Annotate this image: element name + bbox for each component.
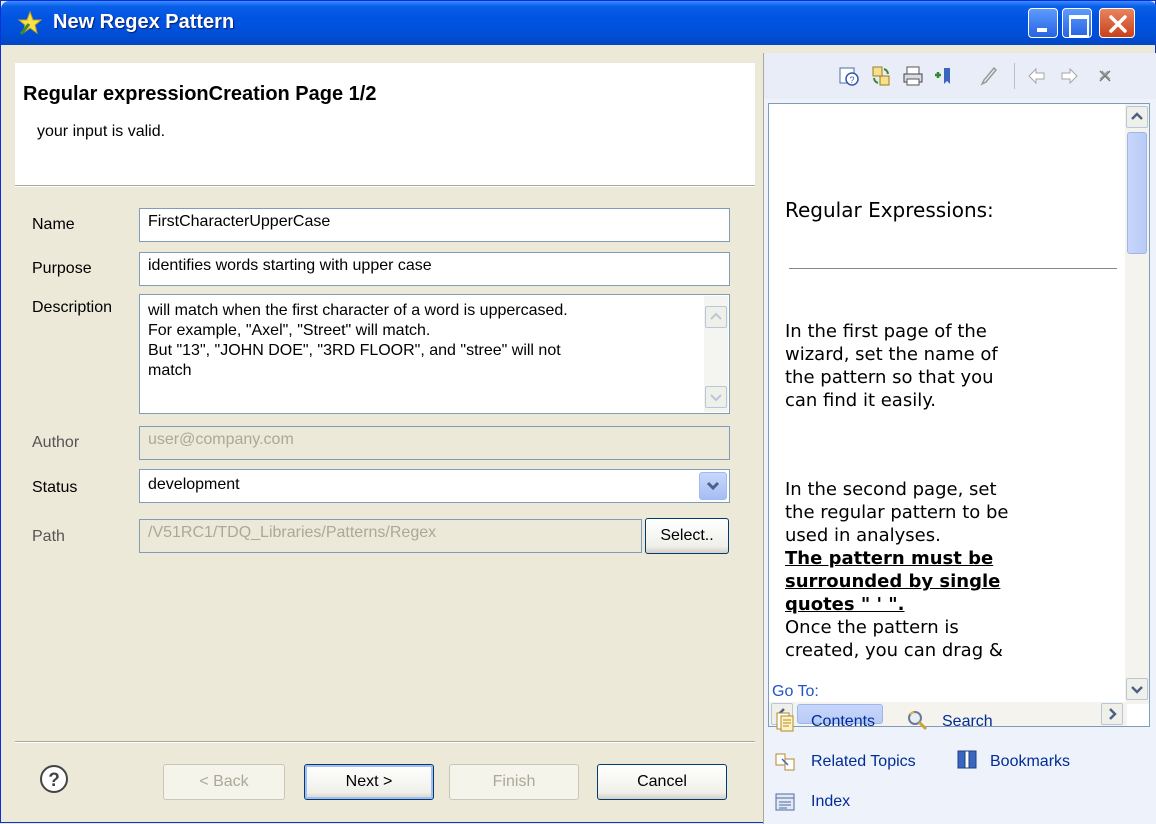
help-content-view[interactable]: Regular Expressions: In the first page o… <box>768 103 1150 727</box>
help-paragraph-2: In the second page, set the regular patt… <box>785 478 1008 662</box>
help-line: Once the pattern is <box>785 617 959 638</box>
finish-button[interactable]: Finish <box>449 764 579 800</box>
close-icon[interactable] <box>1094 65 1116 87</box>
help-line: can find it easily. <box>785 390 937 411</box>
description-line: But "13", "JOHN DOE", "3RD FLOOR", and "… <box>148 342 561 359</box>
scroll-down-button[interactable] <box>1126 678 1148 700</box>
goto-label: Go To: <box>772 683 819 700</box>
scroll-right-button[interactable] <box>1101 703 1123 725</box>
bookmarks-icon[interactable] <box>956 749 978 771</box>
header-divider <box>15 185 755 187</box>
cancel-button[interactable]: Cancel <box>597 764 727 800</box>
title-bar[interactable]: New Regex Pattern <box>1 1 1156 45</box>
purpose-label: Purpose <box>32 260 92 277</box>
index-icon[interactable] <box>774 791 796 813</box>
sync-toc-icon[interactable] <box>870 65 892 87</box>
chevron-down-icon <box>706 481 720 491</box>
description-scrollbar[interactable] <box>704 296 728 412</box>
bookmarks-link[interactable]: Bookmarks <box>990 753 1070 771</box>
star-wand-icon <box>17 10 43 35</box>
help-line: used in analyses. <box>785 525 941 546</box>
scroll-up-button[interactable] <box>705 306 727 328</box>
help-title: Regular Expressions: <box>785 198 994 222</box>
contents-link[interactable]: Contents <box>811 713 875 731</box>
search-icon[interactable] <box>906 709 928 731</box>
help-divider <box>789 268 1117 269</box>
help-bold-line: surrounded by single <box>785 571 1001 592</box>
help-circle-icon[interactable]: ? <box>39 764 69 794</box>
related-topics-link[interactable]: Related Topics <box>811 753 916 771</box>
help-line: In the first page of the <box>785 321 987 342</box>
help-pane: ? Regular Expressions: In the first page… <box>763 53 1156 824</box>
maximize-button[interactable] <box>1062 8 1092 38</box>
print-icon[interactable] <box>902 65 924 87</box>
description-textarea[interactable]: will match when the first character of a… <box>139 294 730 414</box>
highlight-icon[interactable] <box>978 65 1000 87</box>
help-vertical-scrollbar[interactable] <box>1125 104 1149 704</box>
next-button[interactable]: Next > <box>304 764 434 800</box>
svg-text:?: ? <box>48 770 60 791</box>
description-line: match <box>148 362 192 379</box>
toolbar-separator <box>1014 63 1015 89</box>
purpose-field[interactable]: identifies words starting with upper cas… <box>139 252 730 286</box>
forward-icon[interactable] <box>1058 65 1080 87</box>
status-dropdown[interactable]: development <box>139 469 730 503</box>
help-line: the pattern so that you <box>785 367 994 388</box>
path-field: /V51RC1/TDQ_Libraries/Patterns/Regex <box>139 519 642 553</box>
show-in-contents-icon[interactable]: ? <box>838 65 860 87</box>
status-message: your input is valid. <box>37 123 166 140</box>
scroll-up-button[interactable] <box>1126 106 1148 128</box>
status-label: Status <box>32 479 78 496</box>
help-toolbar: ? <box>764 53 1156 99</box>
select-path-button[interactable]: Select.. <box>645 518 729 554</box>
chevron-right-icon <box>1109 708 1117 720</box>
help-bold-line: The pattern must be <box>785 548 994 569</box>
author-label: Author <box>32 434 80 451</box>
window-title: New Regex Pattern <box>53 11 235 33</box>
index-link[interactable]: Index <box>811 793 850 811</box>
help-paragraph-1: In the first page of the wizard, set the… <box>785 320 998 412</box>
page-title: Regular expressionCreation Page 1/2 <box>23 83 377 105</box>
close-icon <box>1109 15 1127 33</box>
path-label: Path <box>32 528 65 545</box>
name-label: Name <box>32 216 75 233</box>
help-line: wizard, set the name of <box>785 344 998 365</box>
dialog-window: New Regex Pattern Regular expressionCrea… <box>0 0 1156 824</box>
svg-text:?: ? <box>849 75 854 85</box>
name-field[interactable]: FirstCharacterUpperCase <box>139 208 730 242</box>
dropdown-button[interactable] <box>699 472 727 500</box>
search-link[interactable]: Search <box>942 713 993 731</box>
contents-icon[interactable] <box>774 711 796 733</box>
chevron-up-icon <box>1131 112 1143 120</box>
close-button[interactable] <box>1099 8 1135 38</box>
back-icon[interactable] <box>1026 65 1048 87</box>
help-bold-line: quotes " ' ". <box>785 594 905 615</box>
scroll-thumb[interactable] <box>1127 132 1147 254</box>
help-line: created, you can drag & <box>785 640 1003 661</box>
status-selected-value: development <box>148 476 240 493</box>
minimize-button[interactable] <box>1028 8 1058 38</box>
help-line: the regular pattern to be <box>785 502 1009 523</box>
footer-divider <box>15 741 755 743</box>
related-topics-icon[interactable] <box>774 751 796 773</box>
bookmark-add-icon[interactable] <box>932 65 954 87</box>
description-line: will match when the first character of a… <box>148 302 568 319</box>
chevron-down-icon <box>1131 686 1143 694</box>
chevron-up-icon <box>710 312 722 320</box>
back-button[interactable]: < Back <box>163 764 285 800</box>
help-line: In the second page, set <box>785 479 997 500</box>
chevron-down-icon <box>710 394 722 402</box>
description-line: For example, "Axel", "Street" will match… <box>148 322 431 339</box>
author-field: user@company.com <box>139 426 730 460</box>
description-label: Description <box>32 299 113 316</box>
scroll-down-button[interactable] <box>705 386 727 408</box>
